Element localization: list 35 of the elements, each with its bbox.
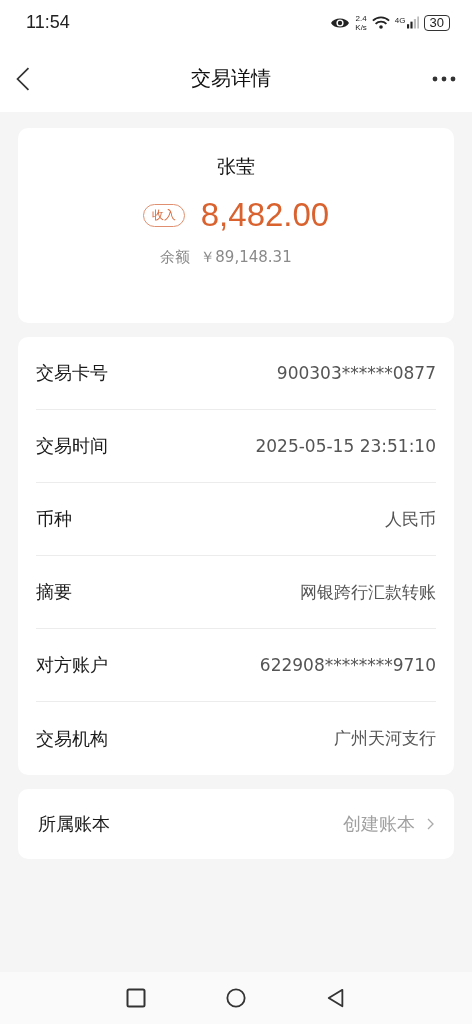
back-nav-button[interactable]: [326, 988, 346, 1008]
balance-label: 余额: [160, 248, 191, 267]
detail-label: 交易机构: [36, 726, 108, 751]
recents-button[interactable]: [126, 988, 146, 1008]
page-title: 交易详情: [191, 65, 271, 92]
ledger-label: 所属账本: [38, 812, 110, 836]
battery-level: 30: [423, 14, 450, 31]
square-icon: [126, 988, 146, 1008]
detail-value: 网银跨行汇款转账: [300, 580, 436, 604]
home-button[interactable]: [226, 988, 246, 1008]
detail-value: 人民币: [385, 507, 436, 531]
detail-label: 对方账户: [36, 653, 108, 677]
back-icon: [16, 66, 30, 91]
balance-value: ￥89,148.31: [200, 248, 292, 267]
detail-value: 900303******0877: [276, 363, 436, 383]
network-speed: 2.4: [355, 13, 367, 23]
circle-icon: [226, 988, 246, 1008]
detail-value: 622908********9710: [259, 655, 436, 675]
clock-time: 11:54: [26, 12, 70, 33]
detail-value: 广州天河支行: [334, 727, 436, 750]
amount: 8,482.00: [200, 196, 330, 234]
create-ledger-link[interactable]: 创建账本: [343, 812, 434, 836]
detail-label: 币种: [36, 507, 72, 531]
detail-label: 摘要: [36, 580, 72, 604]
detail-label: 交易时间: [36, 434, 108, 458]
detail-value: 2025-05-15 23:51:10: [255, 436, 436, 456]
chevron-icon: [427, 818, 434, 830]
more-icon: [432, 75, 456, 82]
detail-label: 交易卡号: [36, 361, 108, 385]
payer-name: 张莹: [217, 154, 255, 179]
wifi-icon: [371, 16, 390, 29]
triangle-icon: [326, 988, 346, 1008]
signal-icon: [406, 16, 419, 29]
network-type: 4G: [394, 15, 406, 25]
speed-unit: K/s: [355, 22, 367, 32]
